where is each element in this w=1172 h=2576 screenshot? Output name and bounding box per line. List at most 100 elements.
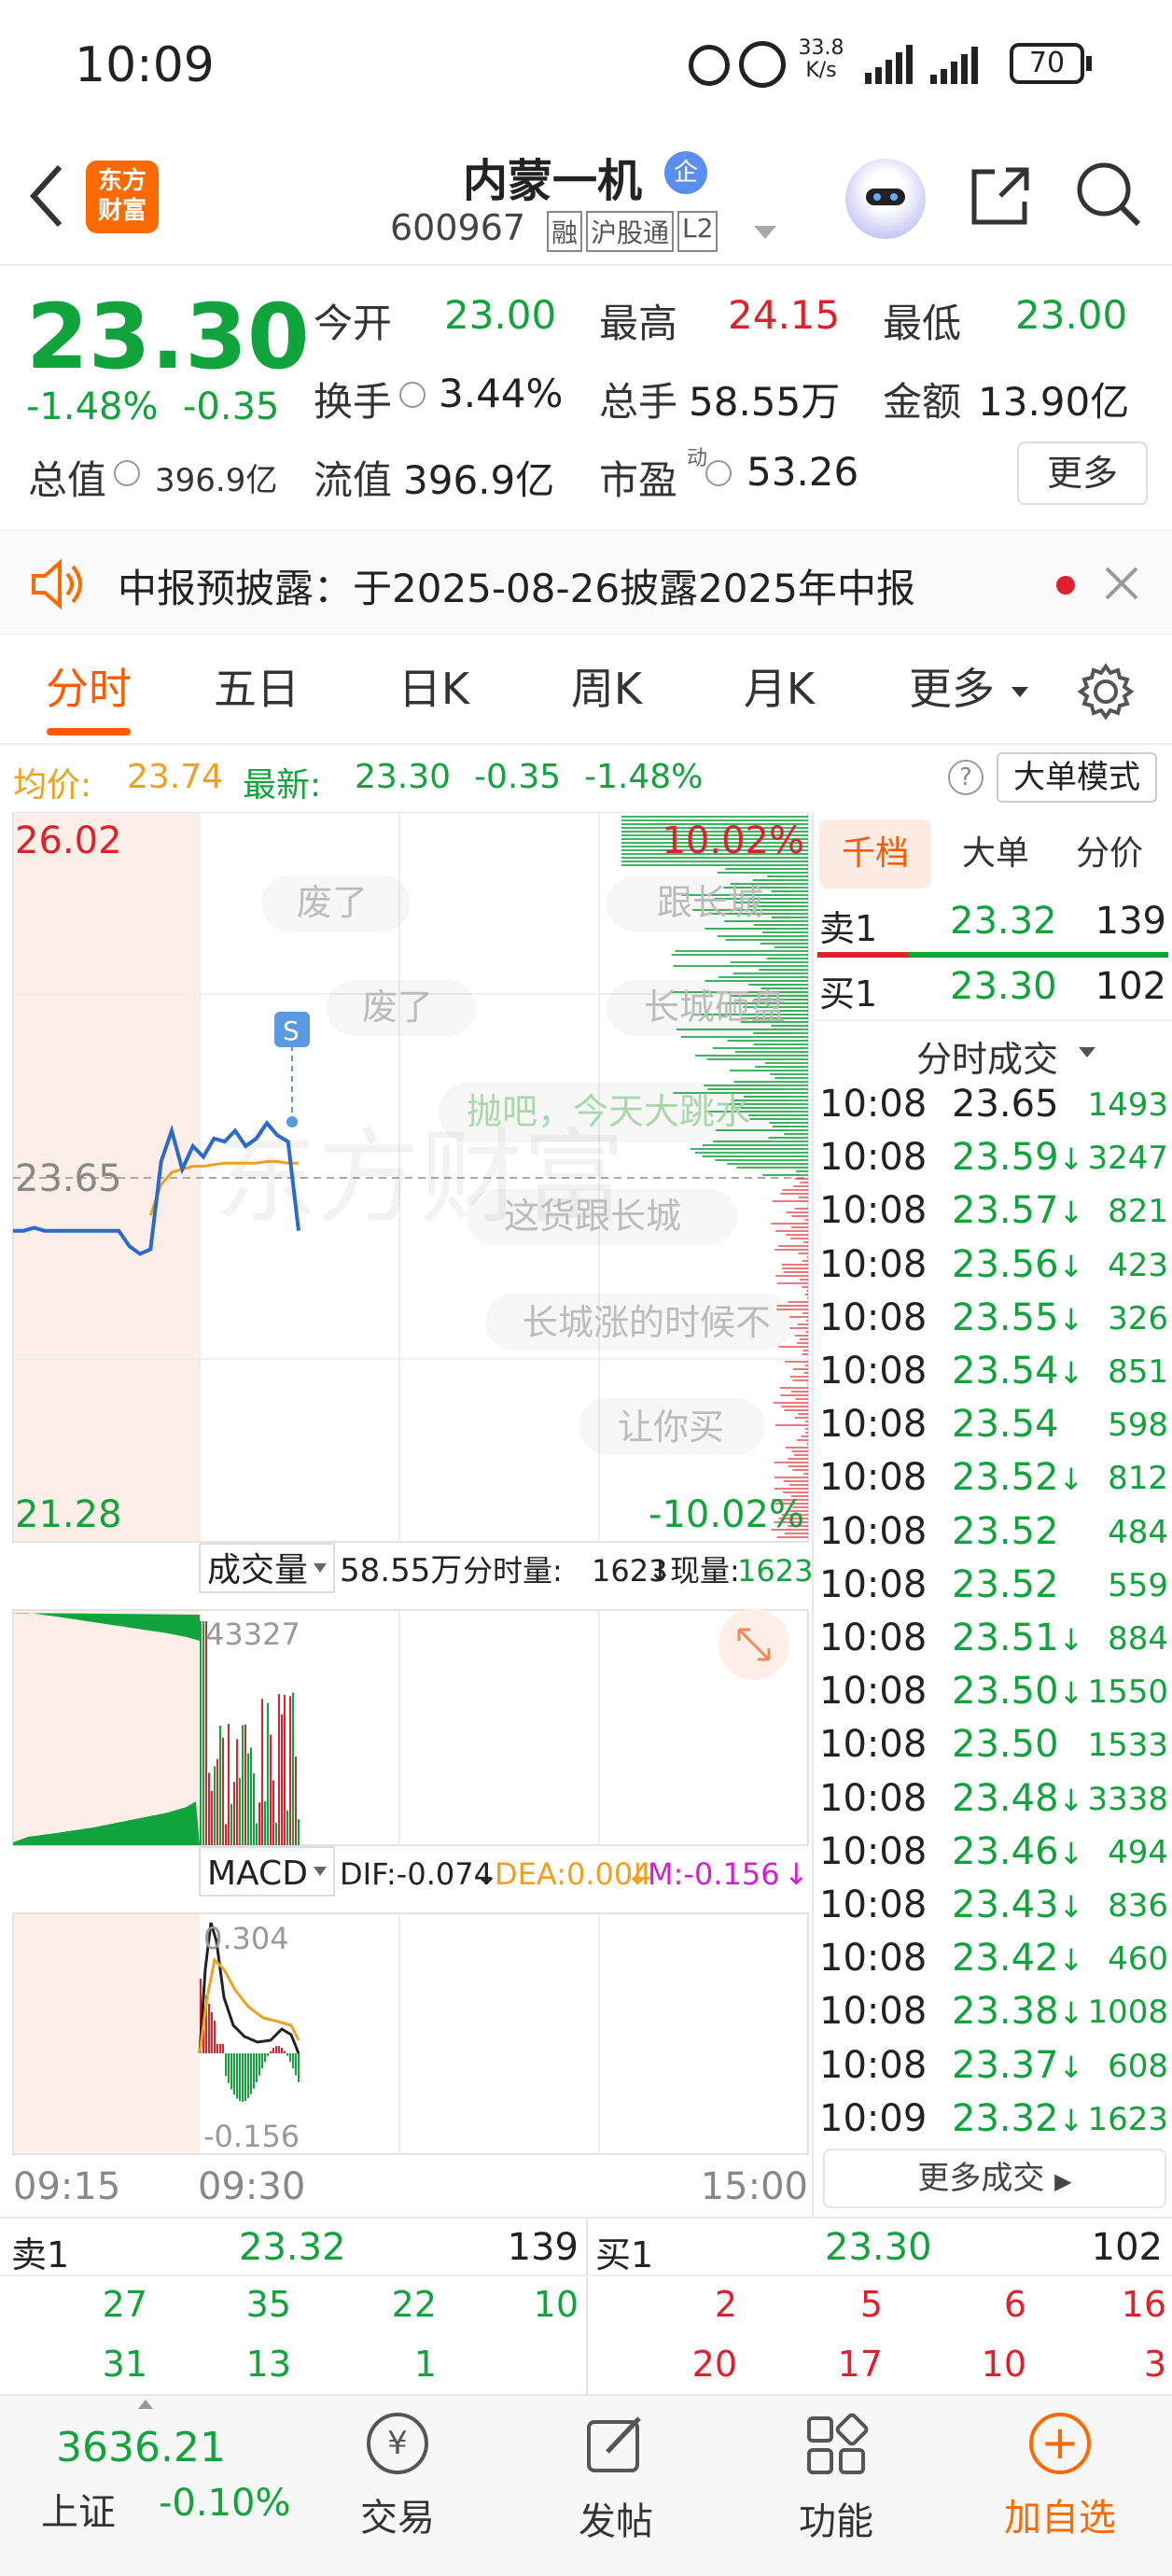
chevron-down-icon <box>1079 1047 1095 1057</box>
ai-assistant-avatar[interactable] <box>845 159 926 239</box>
market-cap: 396.9亿 <box>155 462 278 499</box>
high-value: 24.15 <box>728 292 841 338</box>
nav-add-watchlist[interactable]: + 加自选 <box>967 2413 1153 2571</box>
depth-bar <box>783 1480 808 1482</box>
net-speed: 33.8 K/s <box>795 37 847 82</box>
tick-time: 10:08 <box>819 1295 928 1339</box>
tab-big-order[interactable]: 大单 <box>944 819 1047 889</box>
depth-bar <box>802 1286 808 1288</box>
market-cap-label: 总值 <box>28 457 107 503</box>
depth-bar <box>802 1350 808 1351</box>
enterprise-badge: 企 <box>664 151 707 194</box>
tab-intraday[interactable]: 分时 <box>19 635 159 743</box>
depth-bar <box>786 1234 808 1236</box>
depth-bar <box>718 976 808 978</box>
depth-order-qty: 3 <box>1143 2344 1166 2385</box>
tab-weekly-k[interactable]: 周K <box>537 635 677 743</box>
tick-arrow: ↓ <box>1058 2049 1084 2085</box>
notice-bar[interactable]: 中报预披露：于2025-08-26披露2025年中报 <box>0 530 1172 635</box>
tick-row: 10:08 23.51↓ 884 <box>814 1617 1172 1670</box>
tick-price: 23.54↓ <box>952 1350 1084 1393</box>
tick-list-title[interactable]: 分时成交 <box>916 1030 1058 1082</box>
depth-bar <box>791 1450 808 1452</box>
tick-volume: 836 <box>1108 1887 1168 1925</box>
tag-l2: L2 <box>677 211 719 252</box>
tab-more[interactable]: 更多 <box>896 635 1008 743</box>
tick-arrow: ↓ <box>1058 1942 1084 1979</box>
macd-bar <box>258 2053 260 2076</box>
minute-vol-label: 分时量: <box>463 1553 563 1589</box>
tick-volume: 1623 <box>1087 2100 1168 2138</box>
big-order-mode-button[interactable]: 大单模式 <box>997 752 1157 803</box>
index-name: 上证 <box>41 2491 116 2534</box>
index-value[interactable]: 3636.21 <box>56 2424 226 2471</box>
tick-time: 10:08 <box>819 1776 928 1820</box>
depth-bar <box>760 943 808 945</box>
volume-bar <box>247 1753 249 1845</box>
depth-bar <box>780 1394 808 1396</box>
depth-bar <box>778 1346 808 1348</box>
settings-gear-icon[interactable] <box>1077 663 1135 721</box>
tab-daily-k[interactable]: 日K <box>364 635 504 743</box>
info-icon[interactable] <box>705 460 732 486</box>
volume-label: 总手 <box>599 379 678 425</box>
depth-order-qty: 10 <box>533 2284 579 2325</box>
volume-bar <box>267 1702 269 1845</box>
logo-line1: 东方 <box>97 167 146 195</box>
intraday-chart[interactable]: 东方财富 废了 跟长城 废了 长城砸盘 抛吧，今天大跳水 这货跟长城 长城涨的时… <box>0 811 813 2217</box>
volume-bar <box>289 1696 291 1845</box>
depth-bar <box>755 1066 808 1068</box>
depth-bar <box>798 1253 808 1254</box>
tick-volume: 608 <box>1108 2047 1168 2085</box>
info-icon[interactable] <box>399 382 426 408</box>
danmaku-comment: 废了 <box>297 882 368 923</box>
macd-bar <box>208 2004 210 2053</box>
share-icon[interactable] <box>967 162 1034 230</box>
depth-bar <box>779 1387 808 1389</box>
macd-bar <box>278 2046 280 2053</box>
more-button[interactable]: 更多 <box>1017 441 1148 505</box>
tab-depth[interactable]: 千档 <box>819 819 931 889</box>
tick-price: 23.55↓ <box>952 1295 1084 1339</box>
volume-bar <box>278 1694 280 1845</box>
depth-bar <box>712 1047 808 1049</box>
back-arrow-icon[interactable] <box>28 163 65 229</box>
tick-price: 23.37↓ <box>952 2043 1084 2087</box>
search-icon[interactable] <box>1073 159 1144 230</box>
tick-arrow: ↓ <box>1058 1462 1084 1498</box>
volume-bar <box>253 1772 255 1845</box>
volume-bars <box>200 1621 300 1845</box>
tab-monthly-k[interactable]: 月K <box>709 635 849 743</box>
chevron-up-icon[interactable] <box>138 2400 153 2409</box>
tick-price: 23.43↓ <box>952 1883 1084 1926</box>
more-trades-label: 更多成交 <box>917 2160 1045 2197</box>
depth-bar <box>800 1182 808 1183</box>
code-dropdown-icon[interactable] <box>754 226 776 239</box>
current-vol-label: 现量: <box>670 1553 740 1589</box>
more-trades-button[interactable]: 更多成交 ▶ <box>823 2149 1166 2208</box>
nav-post[interactable]: 发帖 <box>523 2413 709 2571</box>
nav-add-watchlist-label: 加自选 <box>1004 2497 1116 2540</box>
eastmoney-logo[interactable]: 东方 财富 <box>86 161 159 233</box>
macd-bar <box>289 2053 291 2062</box>
plus-circle-icon: + <box>1029 2413 1091 2474</box>
help-icon[interactable]: ? <box>948 760 984 795</box>
battery-level: 70 <box>1028 47 1066 79</box>
tick-volume: 1533 <box>1087 1727 1168 1765</box>
volume-bar <box>200 1621 202 1845</box>
macd-bar <box>253 2053 255 2089</box>
chart-svg[interactable]: 东方财富 废了 跟长城 废了 长城砸盘 抛吧，今天大跳水 这货跟长城 长城涨的时… <box>0 811 813 2217</box>
macd-bar <box>216 2044 218 2053</box>
status-time: 10:09 <box>75 37 215 93</box>
tab-5day[interactable]: 五日 <box>187 635 327 743</box>
change-pct: -1.48% <box>26 385 159 428</box>
depth-bar <box>680 1036 808 1038</box>
tick-row: 10:08 23.50↓ 1550 <box>814 1670 1172 1723</box>
nav-functions[interactable]: 功能 <box>743 2413 929 2571</box>
depth-bar <box>793 1454 808 1456</box>
info-icon[interactable] <box>114 460 140 486</box>
depth-bar <box>794 1417 808 1419</box>
close-icon[interactable] <box>1103 565 1140 602</box>
tab-price-distribution[interactable]: 分价 <box>1058 819 1161 889</box>
nav-trade[interactable]: ¥ 交易 <box>304 2413 491 2571</box>
